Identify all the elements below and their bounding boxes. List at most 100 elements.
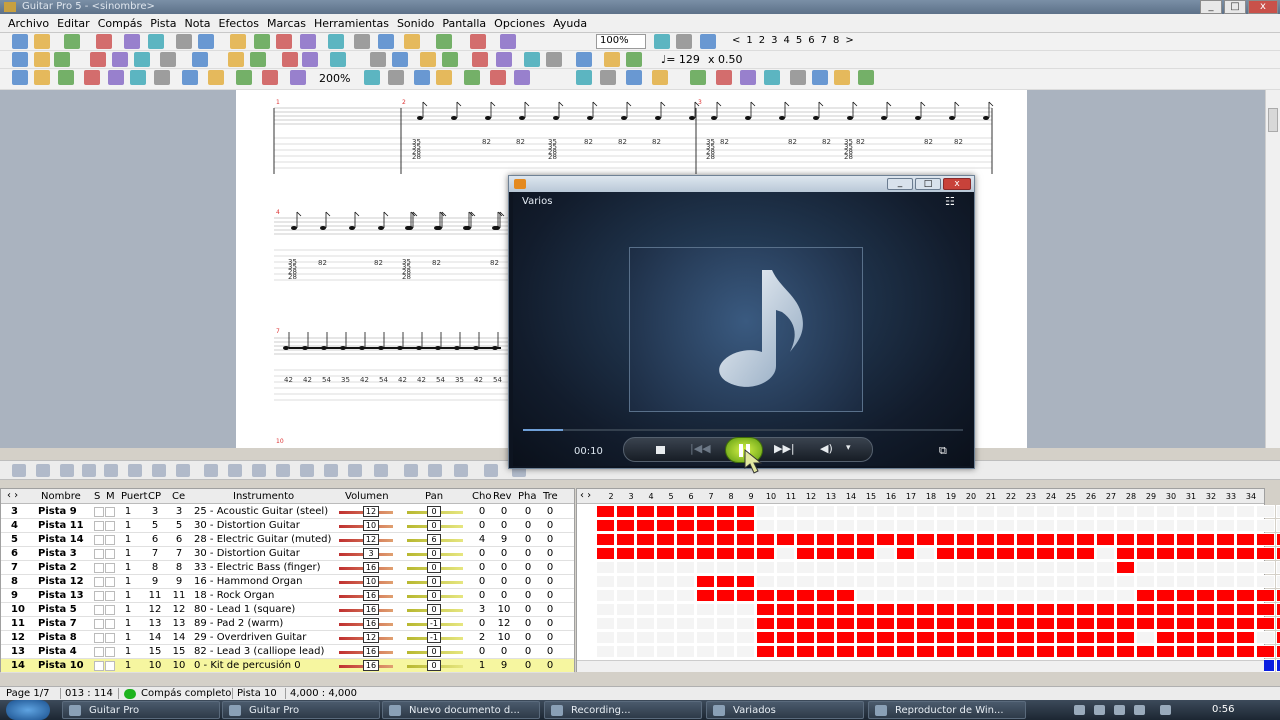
measure-cell[interactable] [1016,589,1035,602]
mute-checkbox[interactable] [105,507,115,517]
strip-tool-icon[interactable] [228,464,242,477]
measure-cell[interactable] [896,519,915,532]
measure-cell[interactable] [736,533,755,546]
strip-tool-icon[interactable] [300,464,314,477]
measure-cell[interactable] [1196,589,1215,602]
measure-cell[interactable] [656,603,675,616]
toolbar-button-icon[interactable] [96,34,112,49]
measure-cell[interactable] [936,589,955,602]
measure-cell[interactable] [1036,645,1055,658]
measure-cell[interactable] [1116,547,1135,560]
toolbar-button-icon[interactable] [700,34,716,49]
measure-cell[interactable] [1276,631,1280,644]
measure-cell[interactable] [856,505,875,518]
page-button-2[interactable]: 2 [759,35,765,46]
measure-cell[interactable] [1276,659,1280,672]
measure-cell[interactable] [816,505,835,518]
measure-cell[interactable] [836,617,855,630]
toolbar-button-icon[interactable] [354,34,370,49]
menu-item-0[interactable]: Archivo [8,14,49,30]
measure-cell[interactable] [976,603,995,616]
toolbar-button-icon[interactable] [54,52,70,67]
mute-checkbox[interactable] [105,605,115,615]
strip-tool-icon[interactable] [152,464,166,477]
measure-cell[interactable] [916,519,935,532]
measure-cell[interactable] [896,575,915,588]
measure-cell[interactable] [1156,519,1175,532]
measure-cell[interactable] [816,589,835,602]
measure-cell[interactable] [656,505,675,518]
measure-cell[interactable] [1276,505,1280,518]
toolbar-button-icon[interactable] [290,70,306,85]
tray-icon[interactable] [1074,705,1085,715]
measure-cell[interactable] [936,533,955,546]
measure-cell[interactable] [976,617,995,630]
measure-cell[interactable] [1116,645,1135,658]
measure-cell[interactable] [1136,519,1155,532]
menu-item-2[interactable]: Compás [98,14,143,30]
toolbar-button-icon[interactable] [790,70,806,85]
measure-cell[interactable] [776,533,795,546]
measure-cell[interactable] [1056,575,1075,588]
measure-cell[interactable] [1056,617,1075,630]
measure-cell[interactable] [656,631,675,644]
measure-cell[interactable] [996,519,1015,532]
toolbar-button-icon[interactable] [124,34,140,49]
measure-cell[interactable] [1076,603,1095,616]
measure-cell[interactable] [1156,631,1175,644]
measure-cell[interactable] [696,533,715,546]
grid-header-nav[interactable]: ‹ › [580,490,591,501]
measure-cell[interactable] [1076,505,1095,518]
measure-cell[interactable] [1196,547,1215,560]
measure-cell[interactable] [676,589,695,602]
measure-cell[interactable] [1196,533,1215,546]
measure-cell[interactable] [1276,589,1280,602]
measure-cell[interactable] [756,505,775,518]
measure-cell[interactable] [716,519,735,532]
measure-cell[interactable] [876,547,895,560]
toolbar-button-icon[interactable] [192,52,208,67]
measure-cell[interactable] [916,505,935,518]
measure-cell[interactable] [936,631,955,644]
toolbar-button-icon[interactable] [84,70,100,85]
measure-cell[interactable] [1156,547,1175,560]
taskbar-item[interactable]: Guitar Pro [222,701,380,719]
toolbar-button-icon[interactable] [600,70,616,85]
measure-cell[interactable] [1116,533,1135,546]
toolbar-button-icon[interactable] [282,52,298,67]
toolbar-button-icon[interactable] [236,70,252,85]
measure-cell[interactable] [756,575,775,588]
strip-tool-icon[interactable] [12,464,26,477]
measure-cell[interactable] [1236,631,1255,644]
measure-cell[interactable] [1256,617,1275,630]
measure-cell[interactable] [956,533,975,546]
measure-cell[interactable] [616,617,635,630]
toolbar-button-icon[interactable] [64,34,80,49]
measure-cell[interactable] [756,533,775,546]
measure-cell[interactable] [796,631,815,644]
measure-cell[interactable] [1056,505,1075,518]
track-row[interactable]: 4 Pista 11 1 5 5 30 - Distortion Guitar 10 0 0 0 0… [1,519,574,533]
measure-cell[interactable] [1256,519,1275,532]
taskbar-item[interactable]: Recording... [544,701,702,719]
toolbar-button-icon[interactable] [576,52,592,67]
measure-cell[interactable] [1056,533,1075,546]
measure-cell[interactable] [1096,617,1115,630]
measure-cell[interactable] [776,589,795,602]
measure-cell[interactable] [776,617,795,630]
measure-cell[interactable] [616,519,635,532]
measure-cell[interactable] [836,547,855,560]
measure-cell[interactable] [936,603,955,616]
page-button-3[interactable]: 3 [771,35,777,46]
measure-cell[interactable] [796,645,815,658]
track-row[interactable]: 12 Pista 8 1 14 14 29 - Overdriven Guitar 12 -1… [1,631,574,645]
measure-cell[interactable] [976,533,995,546]
measure-cell[interactable] [996,631,1015,644]
measure-cell[interactable] [856,645,875,658]
minimize-button[interactable]: _ [1200,0,1222,14]
toolbar-button-icon[interactable] [130,70,146,85]
measure-cell[interactable] [736,547,755,560]
measure-cell[interactable] [896,533,915,546]
measure-cell[interactable] [1096,505,1115,518]
measure-cell[interactable] [1016,575,1035,588]
